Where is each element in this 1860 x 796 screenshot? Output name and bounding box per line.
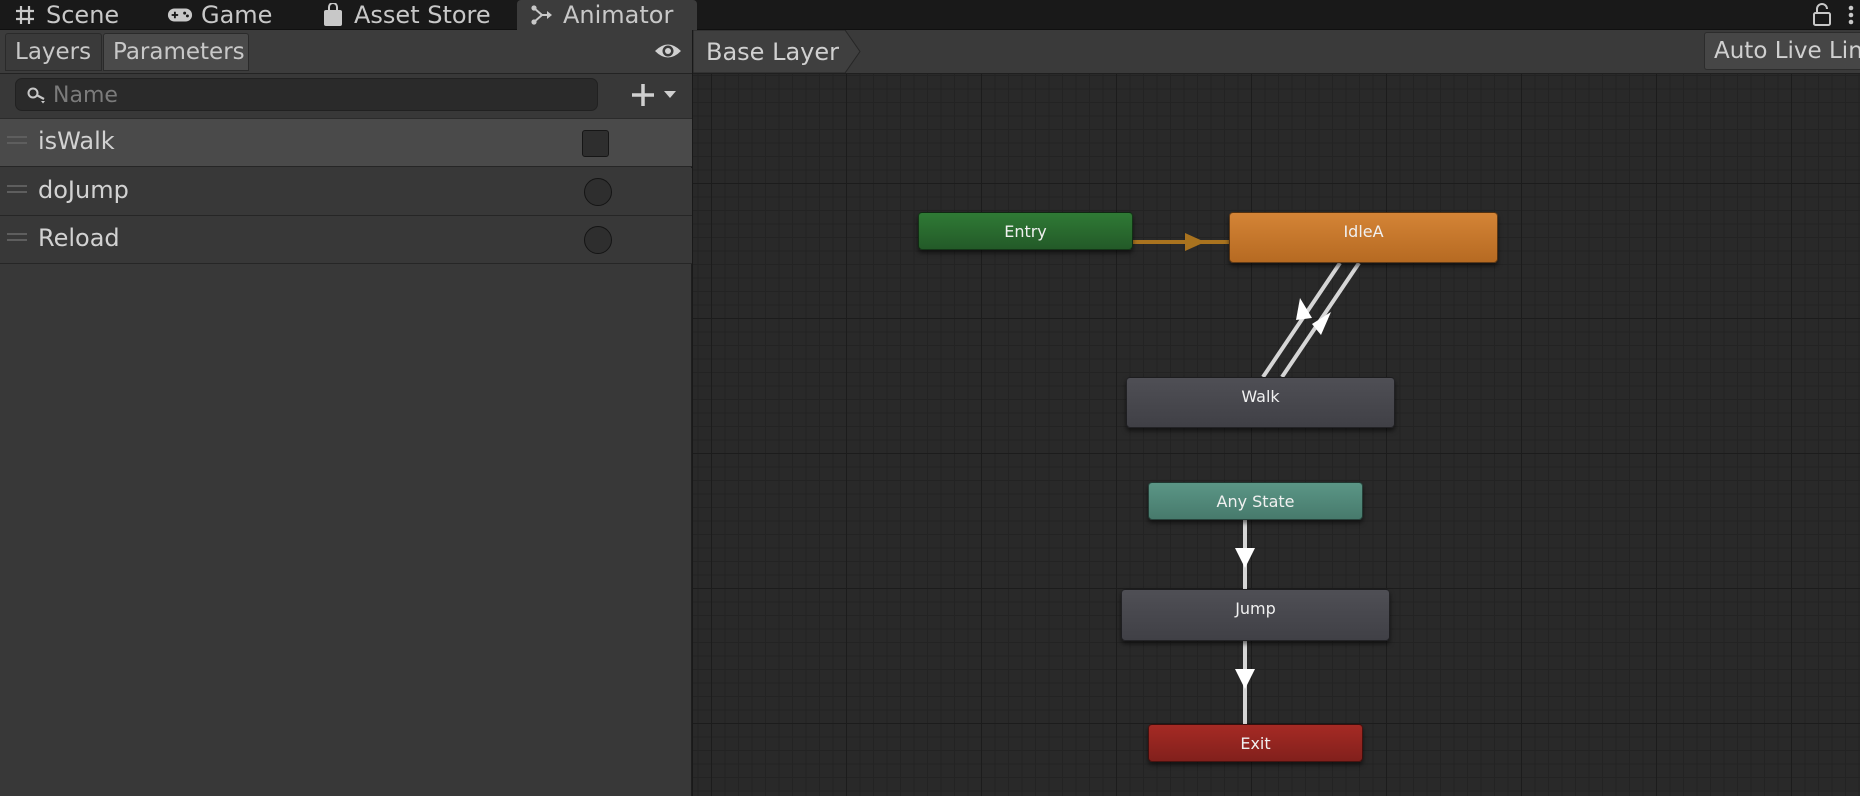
state-jump[interactable]: Jump xyxy=(1121,589,1390,641)
auto-live-link-button[interactable]: Auto Live Lin xyxy=(1704,32,1860,70)
trigger-radio[interactable] xyxy=(584,226,612,254)
tab-game[interactable]: Game xyxy=(155,0,315,30)
tab-animator[interactable]: Animator xyxy=(517,0,697,30)
tab-scene[interactable]: Scene xyxy=(0,0,165,30)
gamepad-icon xyxy=(167,2,193,28)
grid-hash-icon xyxy=(12,2,38,28)
state-entry[interactable]: Entry xyxy=(918,212,1133,250)
lock-icon[interactable] xyxy=(1810,2,1834,28)
subtab-layers[interactable]: Layers xyxy=(5,33,102,71)
state-walk[interactable]: Walk xyxy=(1126,377,1395,428)
state-any-state[interactable]: Any State xyxy=(1148,482,1363,520)
breadcrumb-base-layer[interactable]: Base Layer xyxy=(706,38,839,66)
trigger-radio[interactable] xyxy=(584,178,612,206)
tab-asset-store[interactable]: Asset Store xyxy=(308,0,518,30)
auto-live-link-label: Auto Live Lin xyxy=(1714,38,1860,64)
shopping-bag-icon xyxy=(320,2,346,28)
parameters-panel: Layers Parameters isWalk doJump Reload xyxy=(0,30,692,796)
kebab-menu-icon[interactable] xyxy=(1842,2,1860,28)
eye-icon[interactable] xyxy=(653,40,683,62)
tab-label: Game xyxy=(201,1,273,29)
state-exit[interactable]: Exit xyxy=(1148,724,1363,762)
tab-label: Animator xyxy=(563,1,674,29)
graph-toolbar: Base Layer Auto Live Lin xyxy=(693,30,1860,74)
drag-handle-icon[interactable] xyxy=(7,233,27,241)
drag-handle-icon[interactable] xyxy=(7,185,27,193)
search-input[interactable] xyxy=(53,81,583,109)
parameter-name: isWalk xyxy=(38,127,115,155)
animator-icon xyxy=(529,2,555,28)
state-idle-default[interactable]: IdleA xyxy=(1229,212,1498,263)
window-tab-bar: Scene Game Asset Store Animator xyxy=(0,0,1860,30)
bool-checkbox[interactable] xyxy=(582,130,609,157)
search-row xyxy=(0,74,692,119)
parameter-name: Reload xyxy=(38,224,120,252)
tab-label: Scene xyxy=(46,1,120,29)
drag-handle-icon[interactable] xyxy=(7,136,27,144)
parameter-name: doJump xyxy=(38,176,129,204)
add-parameter-button[interactable] xyxy=(630,79,686,111)
subtab-parameters[interactable]: Parameters xyxy=(103,33,249,71)
parameter-row-iswalk[interactable]: isWalk xyxy=(0,119,692,167)
parameter-row-reload[interactable]: Reload xyxy=(0,216,692,264)
chevron-down-icon xyxy=(664,91,676,98)
panel-subtabs: Layers Parameters xyxy=(0,30,692,74)
parameter-row-dojump[interactable]: doJump xyxy=(0,168,692,216)
search-field[interactable] xyxy=(15,78,598,111)
tab-label: Asset Store xyxy=(354,1,491,29)
search-icon xyxy=(26,86,48,104)
